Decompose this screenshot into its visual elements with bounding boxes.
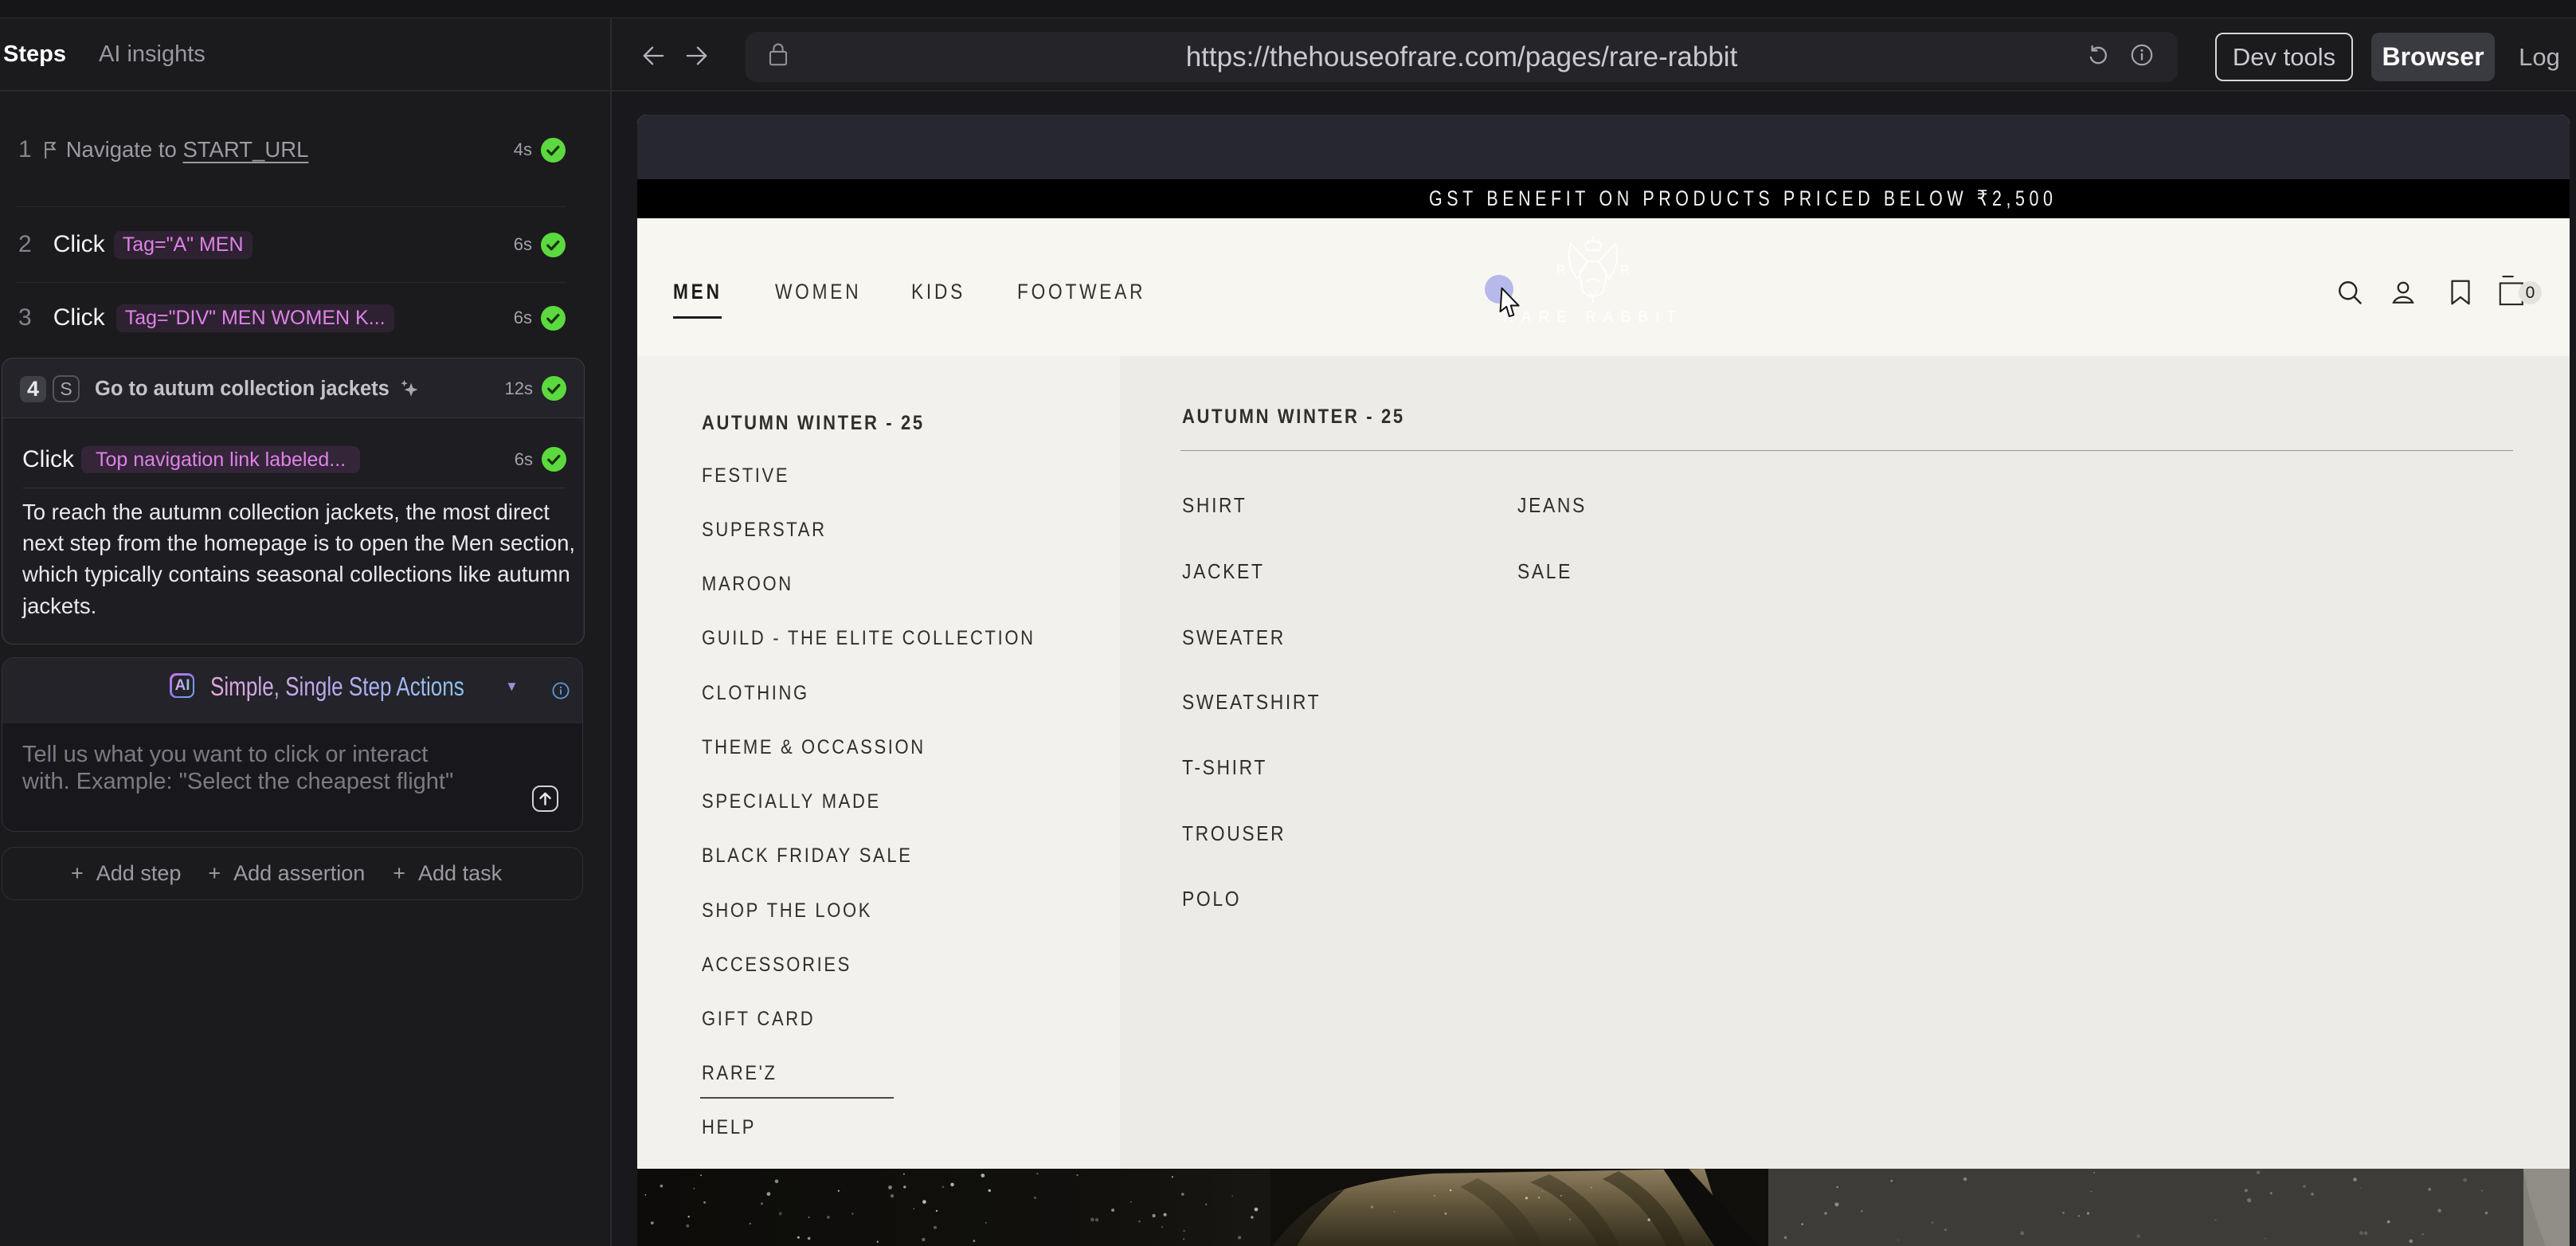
svg-text:R: R: [1620, 264, 1630, 277]
svg-text:R: R: [1556, 264, 1566, 277]
